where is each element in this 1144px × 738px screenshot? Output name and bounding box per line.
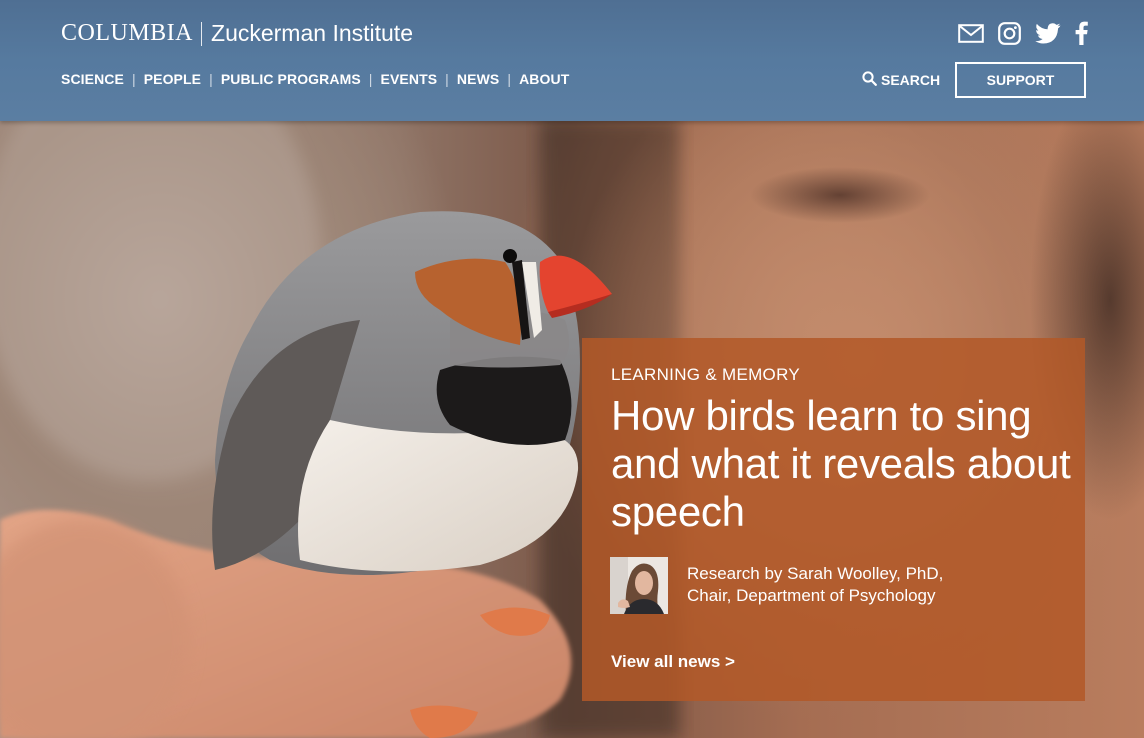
feature-title[interactable]: How birds learn to sing and what it reve… <box>611 392 1071 536</box>
facebook-icon[interactable] <box>1075 21 1088 50</box>
nav-separator: | <box>445 71 449 87</box>
nav-public-programs[interactable]: PUBLIC PROGRAMS <box>221 71 361 87</box>
search-label: SEARCH <box>881 72 941 88</box>
social-links <box>958 21 1088 50</box>
feature-byline: Research by Sarah Woolley, PhD, Chair, D… <box>687 563 943 607</box>
search-icon <box>862 71 881 89</box>
nav-people[interactable]: PEOPLE <box>144 71 201 87</box>
nav-separator: | <box>368 71 373 87</box>
nav-separator: | <box>209 71 213 87</box>
nav-news[interactable]: NEWS <box>457 71 499 87</box>
feature-category[interactable]: LEARNING & MEMORY <box>611 365 800 385</box>
site-logo[interactable]: COLUMBIA Zuckerman Institute <box>61 20 413 47</box>
byline-author: Research by Sarah Woolley, PhD, <box>687 564 944 583</box>
byline-title: Chair, Department of Psychology <box>687 586 936 605</box>
feature-card: LEARNING & MEMORY How birds learn to sin… <box>582 338 1085 701</box>
main-nav: SCIENCE | PEOPLE | PUBLIC PROGRAMS | EVE… <box>61 71 569 87</box>
researcher-avatar <box>610 557 668 614</box>
support-button[interactable]: SUPPORT <box>955 62 1086 98</box>
brand-columbia: COLUMBIA <box>61 20 194 46</box>
mail-icon[interactable] <box>958 23 984 48</box>
site-header: COLUMBIA Zuckerman Institute SCIENCE | P… <box>0 0 1144 121</box>
nav-separator: | <box>507 71 512 87</box>
homepage: COLUMBIA Zuckerman Institute SCIENCE | P… <box>0 0 1144 738</box>
nav-about[interactable]: ABOUT <box>519 71 569 87</box>
search-button[interactable]: SEARCH <box>862 71 940 89</box>
nav-events[interactable]: EVENTS <box>381 71 438 87</box>
view-all-news-link[interactable]: View all news > <box>611 652 735 672</box>
nav-separator: | <box>131 71 136 87</box>
nav-science[interactable]: SCIENCE <box>61 71 124 87</box>
twitter-icon[interactable] <box>1035 22 1061 49</box>
brand-institute: Zuckerman Institute <box>211 20 413 46</box>
brand-divider <box>201 21 203 46</box>
instagram-icon[interactable] <box>998 21 1021 50</box>
